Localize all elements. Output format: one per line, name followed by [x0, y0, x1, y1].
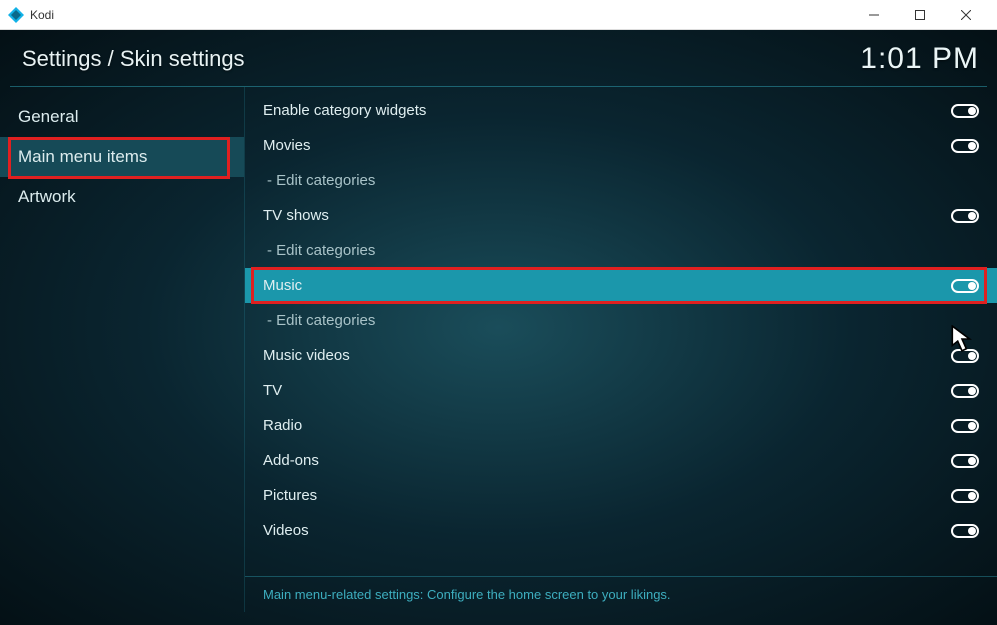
setting-label: Movies [263, 137, 311, 154]
sidebar-item-artwork[interactable]: Artwork [0, 177, 244, 217]
sidebar-item-label: Main menu items [18, 147, 147, 166]
footer-help: Main menu-related settings: Configure th… [245, 576, 997, 612]
setting-label: - Edit categories [267, 242, 375, 259]
setting-label: Radio [263, 417, 302, 434]
sidebar-item-label: Artwork [18, 187, 76, 206]
toggle-enable-category-widgets[interactable] [951, 104, 979, 118]
setting-row-videos[interactable]: Videos [245, 513, 997, 548]
toggle-music[interactable] [951, 279, 979, 293]
setting-label: Enable category widgets [263, 102, 426, 119]
setting-label: - Edit categories [267, 312, 375, 329]
header: Settings / Skin settings 1:01 PM [0, 30, 997, 86]
sidebar-item-main-menu-items[interactable]: Main menu items [0, 137, 244, 177]
sidebar: General Main menu items Artwork [0, 87, 245, 612]
toggle-radio[interactable] [951, 419, 979, 433]
toggle-music-videos[interactable] [951, 349, 979, 363]
toggle-tv-shows[interactable] [951, 209, 979, 223]
setting-row-add-ons[interactable]: Add-ons [245, 443, 997, 478]
window-title: Kodi [30, 8, 851, 22]
kodi-icon [8, 7, 24, 23]
setting-row-tv-shows[interactable]: TV shows [245, 198, 997, 233]
setting-row-music-videos[interactable]: Music videos [245, 338, 997, 373]
sidebar-item-label: General [18, 107, 78, 126]
setting-label: Music videos [263, 347, 350, 364]
settings-list: Enable category widgets Movies - Edit cate… [245, 93, 997, 576]
toggle-pictures[interactable] [951, 489, 979, 503]
main-panel: Enable category widgets Movies - Edit cate… [245, 87, 997, 612]
setting-label: - Edit categories [267, 172, 375, 189]
setting-label: TV [263, 382, 282, 399]
clock: 1:01 PM [860, 42, 979, 76]
window-titlebar: Kodi [0, 0, 997, 30]
close-button[interactable] [943, 1, 989, 29]
setting-label: TV shows [263, 207, 329, 224]
toggle-movies[interactable] [951, 139, 979, 153]
highlight-box [251, 267, 987, 304]
toggle-videos[interactable] [951, 524, 979, 538]
setting-row-radio[interactable]: Radio [245, 408, 997, 443]
setting-label: Videos [263, 522, 309, 539]
setting-row-pictures[interactable]: Pictures [245, 478, 997, 513]
breadcrumb: Settings / Skin settings [22, 46, 245, 72]
setting-label: Music [263, 277, 302, 294]
setting-row-edit-categories[interactable]: - Edit categories [245, 163, 997, 198]
window-controls [851, 1, 989, 29]
sidebar-item-general[interactable]: General [0, 97, 244, 137]
setting-label: Pictures [263, 487, 317, 504]
minimize-button[interactable] [851, 1, 897, 29]
setting-row-enable-category-widgets[interactable]: Enable category widgets [245, 93, 997, 128]
setting-row-music[interactable]: Music [245, 268, 997, 303]
setting-row-tv[interactable]: TV [245, 373, 997, 408]
setting-label: Add-ons [263, 452, 319, 469]
content: General Main menu items Artwork Enable cat… [0, 87, 997, 612]
setting-row-edit-categories[interactable]: - Edit categories [245, 303, 997, 338]
setting-row-edit-categories[interactable]: - Edit categories [245, 233, 997, 268]
app-body: Settings / Skin settings 1:01 PM General… [0, 30, 997, 625]
setting-row-movies[interactable]: Movies [245, 128, 997, 163]
toggle-add-ons[interactable] [951, 454, 979, 468]
maximize-button[interactable] [897, 1, 943, 29]
toggle-tv[interactable] [951, 384, 979, 398]
